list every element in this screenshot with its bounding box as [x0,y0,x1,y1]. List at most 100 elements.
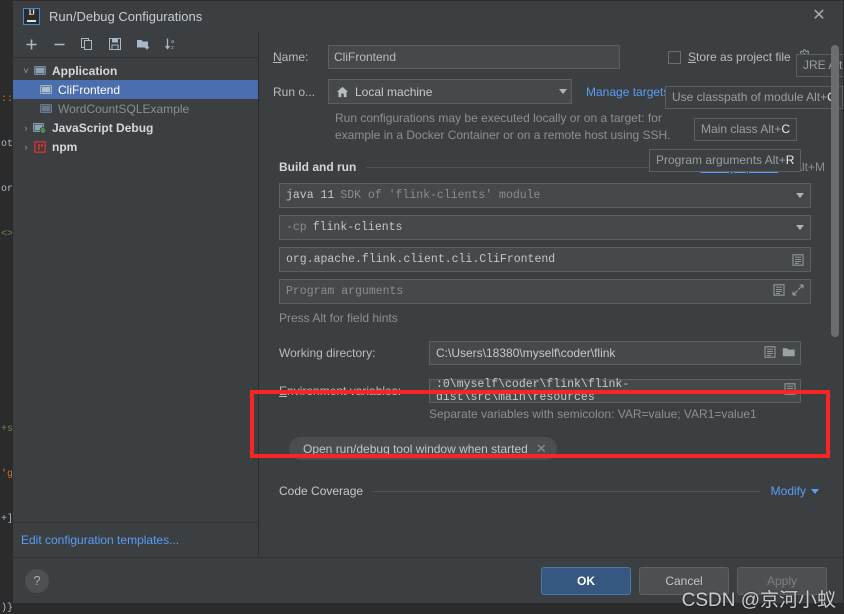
classpath-module-value: flink-clients [312,221,403,234]
jre-java-version: java 11 [286,189,335,202]
configuration-scroll-area: NName:ame: CliFrontend Store as project … [259,31,843,557]
program-arguments-placeholder: Program arguments [286,285,404,298]
tree-node-wordcountsqlexample[interactable]: WordCountSQLExample [13,99,258,118]
store-as-project-file-row[interactable]: Store as project file [668,49,811,65]
expand-list-icon[interactable] [784,383,796,399]
program-arguments-alt-hint-text: Program arguments Alt+ [656,153,786,167]
expand-list-icon[interactable] [764,345,776,361]
working-directory-input[interactable]: C:\Users\18380\myself\coder\flink [429,341,801,365]
code-coverage-title: Code Coverage [279,484,364,498]
open-run-debug-tool-window-chip[interactable]: Open run/debug tool window when started … [289,437,557,460]
working-directory-value: C:\Users\18380\myself\coder\flink [436,346,616,360]
ok-button[interactable]: OK [541,566,631,595]
classpath-module-select[interactable]: -cp flink-clients [279,215,811,240]
classpath-alt-hint-tooltip: Use classpath of module Alt+O [665,86,843,109]
dialog-body: az ˅ Application CliFrontend WordCountSQ… [13,31,843,557]
section-divider [366,166,691,168]
working-directory-row: Working directory: C:\Users\18380\myself… [279,341,825,365]
chevron-right-icon[interactable]: › [19,142,33,152]
edit-configuration-templates-link[interactable]: Edit configuration templates... [21,533,179,547]
main-class-value: org.apache.flink.client.cli.CliFrontend [286,253,556,266]
run-config-icon [39,84,53,96]
jre-dropdown-arrow[interactable] [796,193,804,198]
dialog-title-bar: Run/Debug Configurations ✕ [13,1,843,31]
options-chips-row: Open run/debug tool window when started … [289,437,825,460]
close-icon[interactable]: ✕ [536,441,547,457]
store-as-project-file-label: Store as project file [688,50,791,64]
scrollbar-thumb[interactable] [831,45,839,337]
chevron-down-icon[interactable] [559,89,567,94]
run-on-target-select[interactable]: Local machine [328,79,572,104]
jre-select[interactable]: java 11 SDK of 'flink-clients' module [279,183,811,208]
main-class-alt-hint-key: C [781,122,791,136]
intellij-idea-logo-icon [23,7,40,25]
name-row: NName:ame: CliFrontend Store as project … [273,45,825,69]
program-arguments-alt-hint-tooltip: Program arguments Alt+ R [649,149,802,172]
copy-configuration-button[interactable] [75,33,99,55]
environment-variables-hint: Separate variables with semicolon: VAR=v… [429,407,757,421]
expand-editor-icon[interactable] [792,283,804,300]
configurations-footer: Edit configuration templates... [13,522,258,557]
name-input-value: CliFrontend [334,50,397,64]
working-directory-label: Working directory: [279,346,376,360]
environment-variables-value: :0\myself\coder\flink\flink-dist\src\mai… [436,378,630,404]
chevron-down-icon[interactable]: ˅ [19,66,33,76]
new-folder-button[interactable] [131,33,155,55]
close-icon[interactable]: ✕ [809,6,829,26]
press-alt-hint: Press Alt for field hints [279,311,398,325]
store-as-project-file-checkbox[interactable] [668,50,681,64]
expand-list-icon[interactable] [773,283,785,300]
tree-node-application[interactable]: ˅ Application [13,61,258,80]
watermark: CSDN @京河小蚁 [681,590,836,611]
main-class-alt-hint-tooltip: Main class Alt+ C [694,118,798,141]
configurations-panel: az ˅ Application CliFrontend WordCountSQ… [13,31,259,557]
working-directory-actions[interactable] [764,345,796,361]
environment-variables-actions[interactable] [784,383,796,399]
environment-variables-input[interactable]: :0\myself\coder\flink\flink-dist\src\mai… [429,378,801,404]
main-class-input[interactable]: org.apache.flink.client.cli.CliFrontend [279,247,811,272]
run-on-label: Run o... [273,84,316,99]
configurations-toolbar: az [13,31,258,58]
main-class-browse-icon[interactable] [792,253,804,266]
tree-node-clifrontend[interactable]: CliFrontend [13,80,258,99]
build-and-run-title: Build and run [279,160,357,174]
code-coverage-modify-link[interactable]: Modify [771,484,806,498]
help-button[interactable]: ? [25,568,49,593]
section-divider [373,490,761,492]
name-label: NName:ame: [273,50,309,64]
configuration-editor-panel: NName:ame: CliFrontend Store as project … [259,31,843,557]
home-icon [336,86,349,98]
environment-variables-label: Environment variables: [279,384,402,398]
remove-configuration-button[interactable] [47,33,71,55]
svg-text:z: z [171,45,174,51]
dialog-title: Run/Debug Configurations [49,8,203,24]
main-class-alt-hint-text: Main class Alt+ [701,122,782,136]
tree-node-label: WordCountSQLExample [58,101,190,116]
code-coverage-section-header: Code Coverage Modify [279,484,819,498]
chevron-down-icon[interactable] [811,488,819,494]
configurations-tree: ˅ Application CliFrontend WordCountSQLEx… [13,58,258,522]
add-configuration-button[interactable] [19,33,43,55]
vertical-scrollbar[interactable] [831,45,839,427]
chevron-right-icon[interactable]: › [19,123,33,133]
tree-node-javascript-debug[interactable]: › JavaScript Debug [13,118,258,137]
sort-configurations-button[interactable]: az [159,33,183,55]
jre-description: SDK of 'flink-clients' module [340,189,541,202]
run-config-icon [39,103,53,115]
classpath-dropdown-arrow[interactable] [796,225,804,230]
classpath-alt-hint-text: Use classpath of module Alt+ [672,90,828,104]
tree-node-label: Application [52,63,118,78]
chip-label: Open run/debug tool window when started [303,441,528,456]
chevron-down-icon[interactable] [796,193,804,198]
program-arguments-actions[interactable] [773,283,804,300]
program-arguments-input[interactable]: Program arguments [279,279,811,304]
tree-node-label: JavaScript Debug [52,120,154,135]
run-on-target-value: Local machine [355,84,433,99]
tree-node-npm[interactable]: › npm [13,137,258,156]
name-input[interactable]: CliFrontend [328,45,620,69]
npm-icon [33,140,47,153]
browse-folder-icon[interactable] [782,346,796,361]
environment-variables-row: Environment variables: :0\myself\coder\f… [279,378,825,404]
save-configuration-button[interactable] [103,33,127,55]
chevron-down-icon[interactable] [796,225,804,230]
